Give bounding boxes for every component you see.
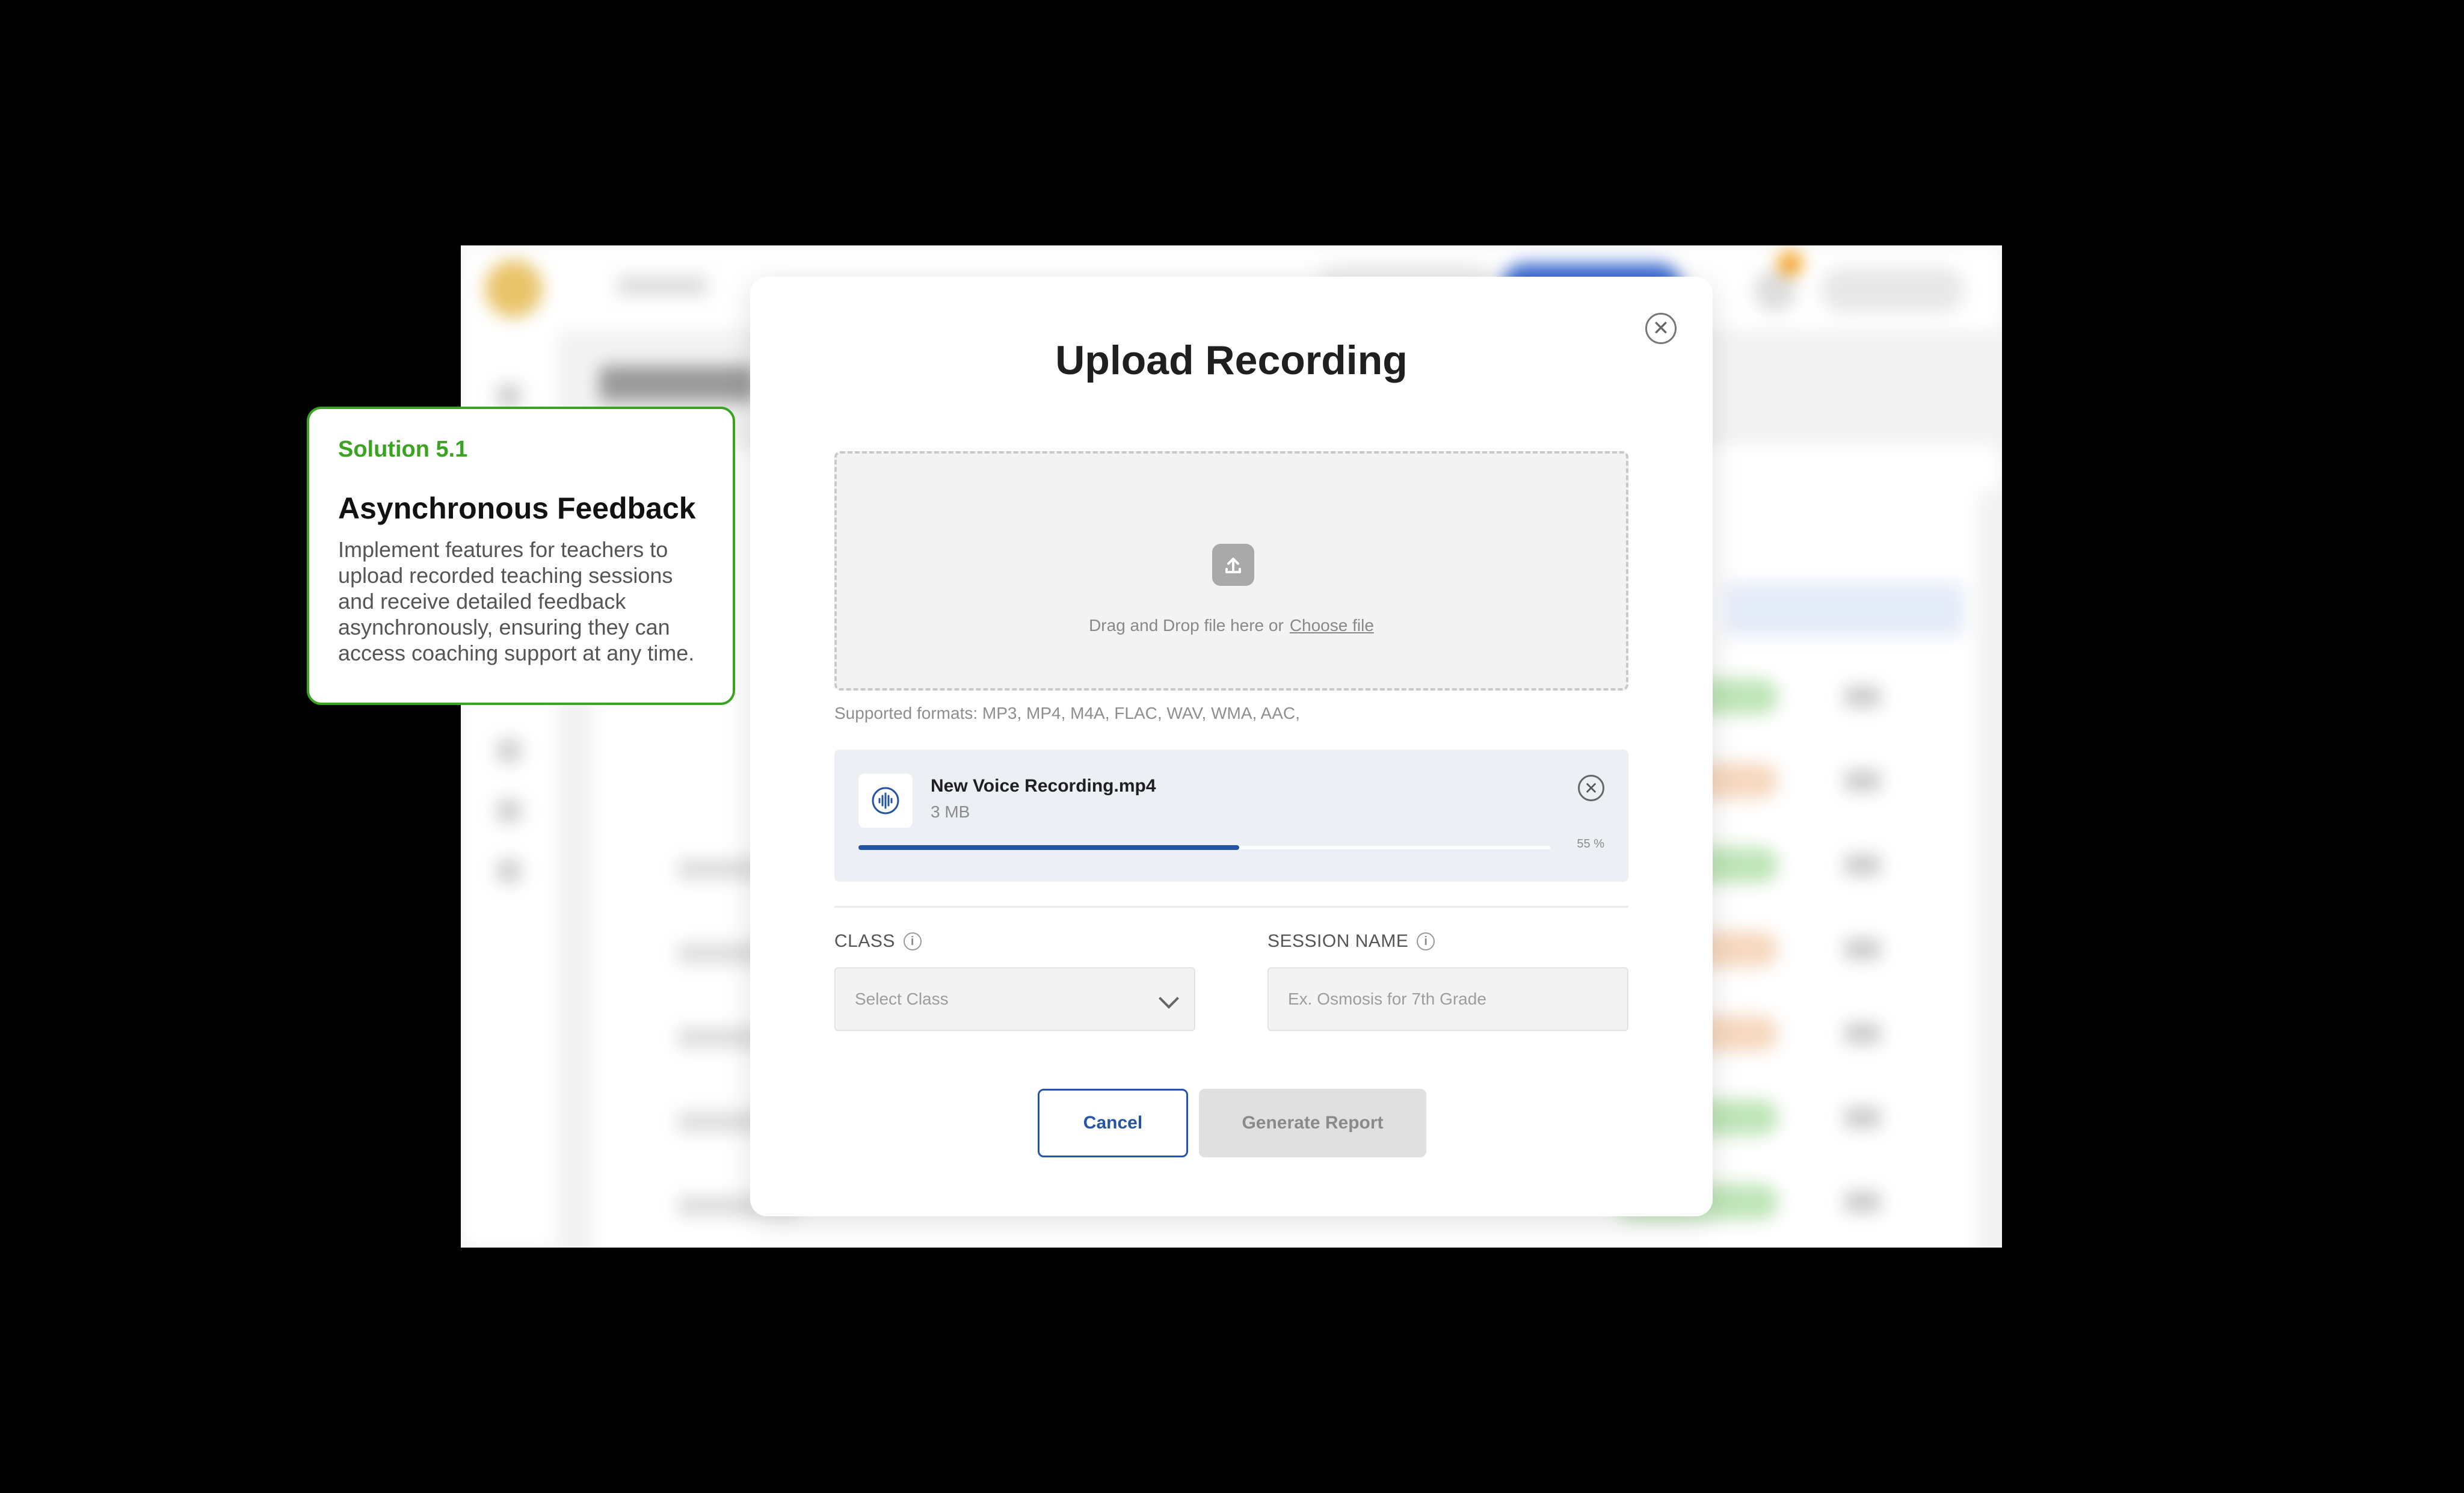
choose-file-link[interactable]: Choose file xyxy=(1290,616,1374,635)
table-cell xyxy=(1844,938,1880,960)
uploaded-file-card: New Voice Recording.mp4 3 MB ✕ 55 % xyxy=(834,750,1628,882)
remove-file-icon[interactable]: ✕ xyxy=(1578,775,1604,801)
notification-badge xyxy=(1778,251,1802,276)
solution-callout: Solution 5.1 Asynchronous Feedback Imple… xyxy=(307,407,735,705)
table-cell xyxy=(1844,770,1880,792)
sidebar-icon xyxy=(497,739,521,763)
bell-icon xyxy=(1754,269,1796,312)
dropzone-text: Drag and Drop file here or Choose file xyxy=(837,616,1626,635)
table-cell xyxy=(1844,854,1880,876)
session-name-label-text: SESSION NAME xyxy=(1267,931,1409,951)
session-name-placeholder: Ex. Osmosis for 7th Grade xyxy=(1288,990,1486,1008)
table-header xyxy=(1724,582,1965,636)
upload-progress-fill xyxy=(858,845,1239,850)
class-label-text: CLASS xyxy=(834,931,895,951)
session-name-input[interactable]: Ex. Osmosis for 7th Grade xyxy=(1267,967,1628,1031)
modal-title: Upload Recording xyxy=(1055,337,1408,383)
upload-icon xyxy=(1212,544,1254,586)
class-select[interactable]: Select Class xyxy=(834,967,1195,1031)
callout-body: Implement features for teachers to uploa… xyxy=(338,537,695,665)
session-name-label: SESSION NAME i xyxy=(1267,931,1435,952)
app-logo xyxy=(485,260,543,318)
audio-waveform-icon xyxy=(858,774,913,828)
sidebar-icon xyxy=(497,859,521,883)
chevron-down-icon xyxy=(1159,988,1179,1009)
app-brand xyxy=(617,276,707,296)
class-select-value: Select Class xyxy=(855,990,949,1008)
upload-progress-bar xyxy=(858,845,1550,850)
generate-report-button[interactable]: Generate Report xyxy=(1199,1089,1426,1157)
supported-formats: Supported formats: MP3, MP4, M4A, FLAC, … xyxy=(834,704,1300,722)
file-size: 3 MB xyxy=(931,802,970,821)
callout-tag: Solution 5.1 xyxy=(338,437,468,462)
table-cell xyxy=(1844,1191,1880,1213)
info-icon[interactable]: i xyxy=(1417,932,1435,950)
table-cell xyxy=(1844,1023,1880,1044)
page-title xyxy=(599,366,756,402)
class-label: CLASS i xyxy=(834,931,922,952)
sidebar-icon xyxy=(497,384,521,408)
upload-progress-label: 55 % xyxy=(1577,837,1604,851)
file-name: New Voice Recording.mp4 xyxy=(931,776,1156,796)
table-cell xyxy=(1844,686,1880,707)
table-cell xyxy=(1844,1107,1880,1128)
divider xyxy=(834,906,1628,908)
avatar xyxy=(1820,267,1965,313)
cancel-button[interactable]: Cancel xyxy=(1038,1089,1188,1157)
sidebar-icon xyxy=(497,799,521,823)
upload-recording-modal: ✕ Upload Recording Drag and Drop file he… xyxy=(750,277,1713,1216)
info-icon[interactable]: i xyxy=(903,932,922,950)
file-dropzone[interactable]: Drag and Drop file here or Choose file xyxy=(834,451,1628,691)
callout-title: Asynchronous Feedback xyxy=(338,491,696,525)
dropzone-instruction: Drag and Drop file here or xyxy=(1089,616,1284,635)
